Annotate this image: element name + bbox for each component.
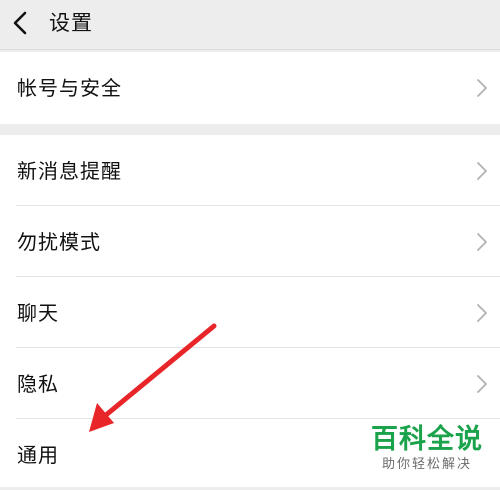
- settings-item-label: 聊天: [17, 301, 59, 325]
- watermark-subtitle: 助你轻松解决: [381, 457, 472, 472]
- settings-item-label: 隐私: [17, 372, 59, 396]
- settings-group-account: 帐号与安全: [0, 52, 500, 124]
- page-title: 设置: [49, 11, 93, 35]
- settings-item-privacy[interactable]: 隐私: [0, 348, 500, 419]
- chevron-right-icon: [477, 233, 487, 251]
- watermark-title: 百科全说: [371, 424, 483, 455]
- top-bar: 设置: [0, 0, 500, 50]
- settings-item-label: 帐号与安全: [17, 76, 122, 100]
- settings-item-label: 新消息提醒: [17, 159, 122, 183]
- settings-item-chat[interactable]: 聊天: [0, 277, 500, 348]
- back-button[interactable]: [6, 6, 40, 40]
- chevron-right-icon: [477, 375, 487, 393]
- settings-item-label: 通用: [17, 443, 59, 467]
- chevron-left-icon: [13, 11, 27, 35]
- chevron-right-icon: [477, 162, 487, 180]
- settings-item-label: 勿扰模式: [17, 230, 101, 254]
- watermark-logo: 百科全说 助你轻松解决: [362, 424, 492, 474]
- chevron-right-icon: [477, 79, 487, 97]
- settings-item-new-message[interactable]: 新消息提醒: [0, 135, 500, 206]
- chevron-right-icon: [477, 304, 487, 322]
- settings-item-do-not-disturb[interactable]: 勿扰模式: [0, 206, 500, 277]
- settings-item-account-security[interactable]: 帐号与安全: [0, 52, 500, 123]
